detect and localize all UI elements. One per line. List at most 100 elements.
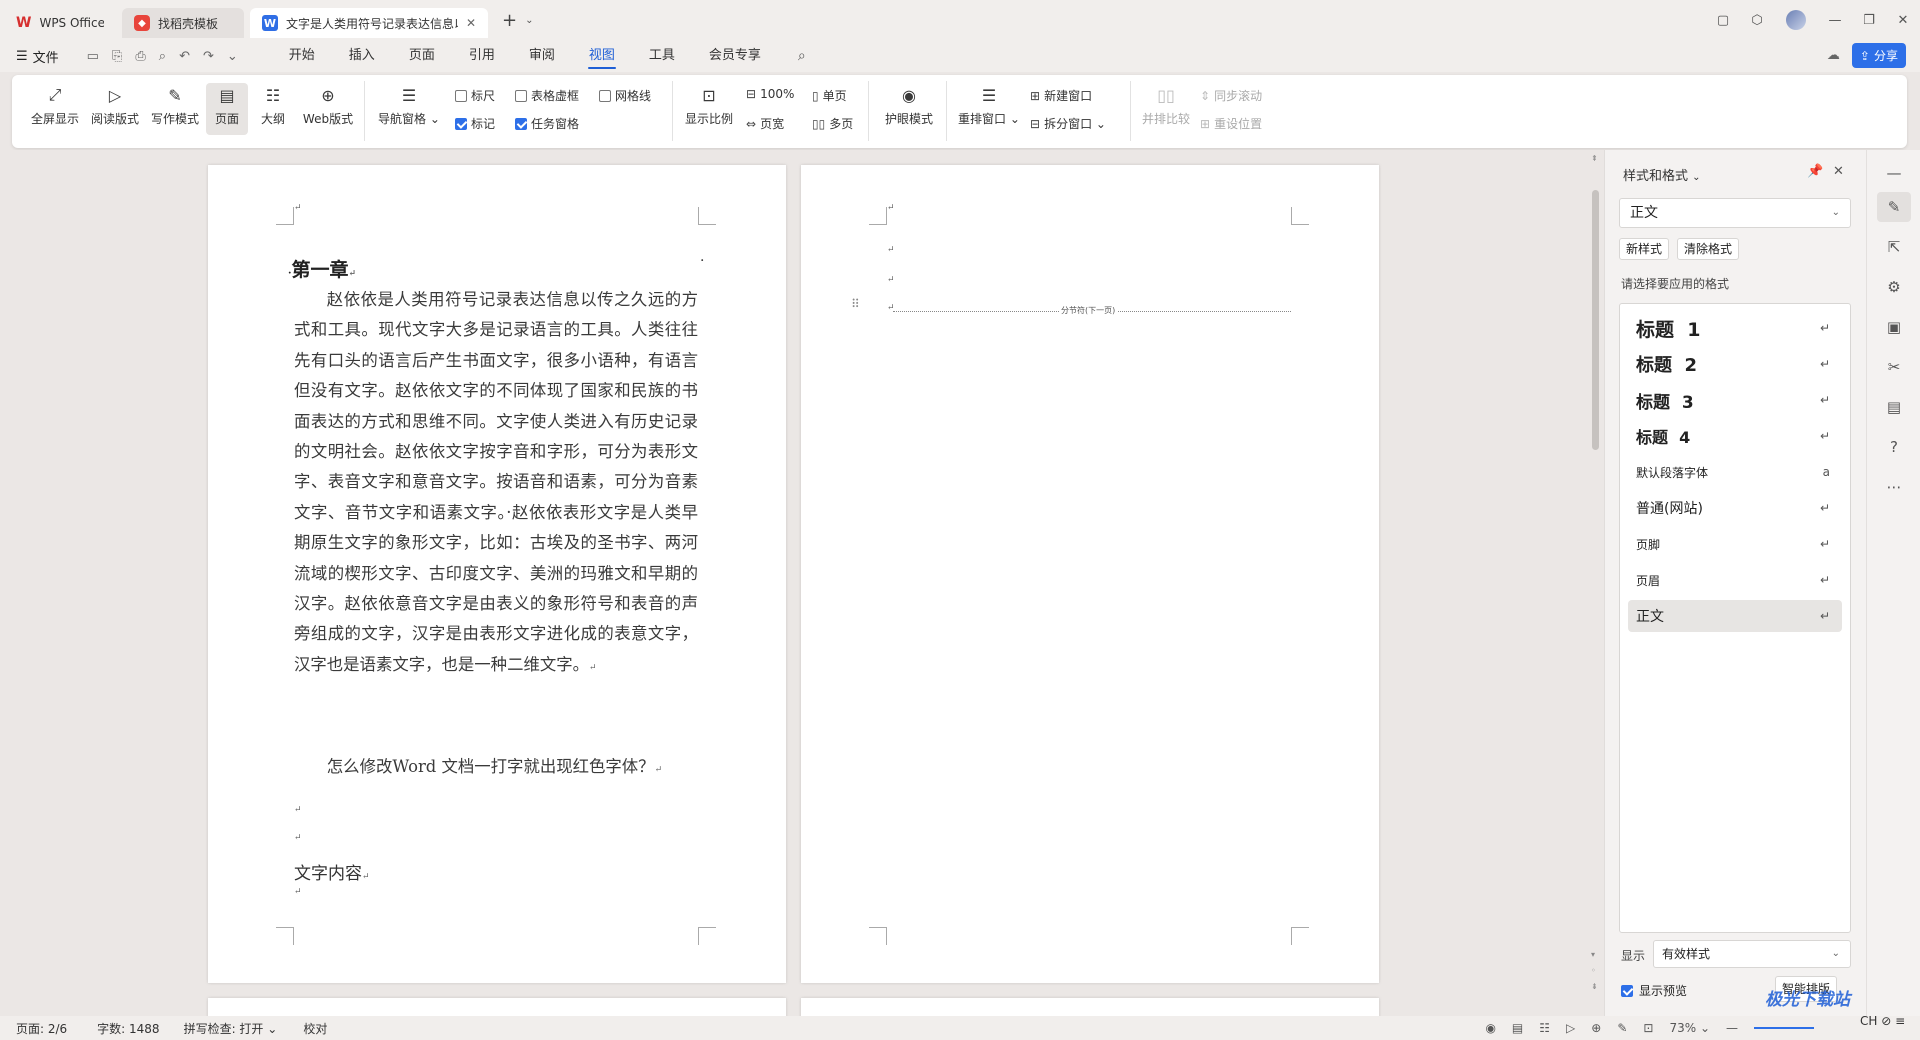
- page-4[interactable]: [801, 998, 1379, 1016]
- zoom-slider[interactable]: [1754, 1027, 1814, 1029]
- writing-mode-button[interactable]: ✎ 写作模式: [148, 83, 202, 127]
- web-view-icon[interactable]: ⊕: [1591, 1021, 1601, 1035]
- layout-icon[interactable]: ▢: [1706, 13, 1740, 28]
- style-heading-1[interactable]: 标题 1 ↵: [1628, 312, 1842, 344]
- chapter-heading[interactable]: ·第一章↵: [288, 255, 356, 282]
- pane-title[interactable]: 样式和格式 ⌄: [1623, 165, 1701, 184]
- clear-format-button[interactable]: 清除格式: [1677, 238, 1740, 260]
- table-grid-check[interactable]: [515, 89, 527, 102]
- menu-tab-member[interactable]: 会员专享: [692, 40, 778, 72]
- style-body-text[interactable]: 正文 ↵: [1628, 600, 1842, 632]
- gridlines-checkbox[interactable]: 网格线: [599, 87, 651, 104]
- question-paragraph[interactable]: 怎么修改Word 文档一打字就出现红色字体？↵: [294, 752, 698, 785]
- search-icon[interactable]: ⌕: [798, 48, 806, 64]
- avatar[interactable]: [1786, 10, 1806, 30]
- page-2[interactable]: ↵ ↵ ↵ ⠿ ↵ 分节符(下一页): [801, 165, 1379, 983]
- minimize-icon[interactable]: —: [1818, 13, 1852, 28]
- share-button[interactable]: ⇪ 分享: [1851, 43, 1906, 68]
- fullscreen-button[interactable]: ⤢ 全屏显示: [28, 83, 82, 127]
- more-chevron-icon[interactable]: ⌄: [227, 49, 238, 64]
- style-brush-icon[interactable]: ✎: [1877, 192, 1911, 222]
- close-tab-icon[interactable]: ✕: [466, 16, 476, 30]
- zoom-out-icon[interactable]: —: [1726, 1021, 1738, 1035]
- collapse-icon[interactable]: —: [1883, 162, 1905, 184]
- style-heading-2[interactable]: 标题 2 ↵: [1628, 348, 1842, 380]
- more-icon[interactable]: ⋯: [1883, 476, 1905, 498]
- menu-tab-tools[interactable]: 工具: [632, 40, 692, 72]
- restore-icon[interactable]: ❐: [1852, 13, 1886, 28]
- gridlines-check[interactable]: [599, 89, 611, 102]
- redo-icon[interactable]: ↷: [203, 49, 214, 64]
- fit-page-icon[interactable]: ⊡: [1643, 1021, 1653, 1035]
- show-filter-select[interactable]: 有效样式 ⌄: [1653, 940, 1851, 968]
- image-edit-icon[interactable]: ▣: [1883, 316, 1905, 338]
- outline-button[interactable]: ☷ 大纲: [254, 83, 292, 127]
- marks-check[interactable]: [455, 117, 467, 130]
- proofread[interactable]: 校对: [303, 1020, 327, 1037]
- show-preview-checkbox[interactable]: 显示预览: [1621, 982, 1687, 999]
- taskpane-check[interactable]: [515, 117, 527, 130]
- menu-tab-home[interactable]: 开始: [272, 40, 332, 72]
- split-window-button[interactable]: ⊟ 拆分窗口 ⌄: [1030, 115, 1106, 132]
- table-grid-checkbox[interactable]: 表格虚框: [515, 87, 579, 104]
- eye-care-icon[interactable]: ◉: [1485, 1021, 1495, 1035]
- page-3[interactable]: [208, 998, 786, 1016]
- pin-icon[interactable]: 📌: [1807, 164, 1823, 179]
- page-1[interactable]: ↵ ·第一章↵ · 赵依依是人类用符号记录表达信息以传之久远的方式和工具。现代文…: [208, 165, 786, 983]
- adjust-sliders-icon[interactable]: ⚙: [1883, 276, 1905, 298]
- page-view-button[interactable]: ▤ 页面: [206, 83, 248, 135]
- scroll-thumb[interactable]: [1592, 190, 1599, 450]
- style-default-font[interactable]: 默认段落字体 a: [1628, 456, 1842, 488]
- document-canvas[interactable]: ↵ ·第一章↵ · 赵依依是人类用符号记录表达信息以传之久远的方式和工具。现代文…: [0, 150, 1588, 1016]
- book-icon[interactable]: ▤: [1883, 396, 1905, 418]
- menu-tab-review[interactable]: 审阅: [512, 40, 572, 72]
- help-icon[interactable]: ?: [1883, 436, 1905, 458]
- tab-template[interactable]: ◆ 找稻壳模板: [122, 8, 244, 38]
- scroll-up-icon[interactable]: ⇞: [1591, 154, 1598, 163]
- drag-handle-icon[interactable]: ⠿: [851, 297, 860, 311]
- reading-mode-button[interactable]: ▷ 阅读版式: [88, 83, 142, 127]
- menu-tab-references[interactable]: 引用: [452, 40, 512, 72]
- single-page-button[interactable]: ▯ 单页: [812, 87, 847, 104]
- cloud-icon[interactable]: ☁: [1827, 48, 1840, 63]
- style-heading-3[interactable]: 标题 3 ↵: [1628, 384, 1842, 416]
- menu-tab-view[interactable]: 视图: [572, 40, 632, 72]
- prev-page-icon[interactable]: ◦: [1591, 966, 1596, 975]
- zoom-button[interactable]: ⊡ 显示比例: [680, 83, 738, 127]
- write-view-icon[interactable]: ✎: [1617, 1021, 1627, 1035]
- next-page-icon[interactable]: ⇟: [1591, 982, 1598, 991]
- select-arrow-icon[interactable]: ⇱: [1883, 236, 1905, 258]
- marks-checkbox[interactable]: 标记: [455, 115, 495, 132]
- close-window-icon[interactable]: ✕: [1886, 13, 1920, 28]
- print-icon[interactable]: ⎙: [135, 49, 145, 64]
- style-normal-web[interactable]: 普通(网站) ↵: [1628, 492, 1842, 524]
- page-view-icon[interactable]: ▤: [1512, 1021, 1523, 1035]
- style-header[interactable]: 页眉 ↵: [1628, 564, 1842, 596]
- ruler-checkbox[interactable]: 标尺: [455, 87, 495, 104]
- tab-list-chevron-icon[interactable]: ⌄: [525, 15, 533, 26]
- ruler-check[interactable]: [455, 89, 467, 102]
- spell-check[interactable]: 拼写检查: 打开 ⌄: [184, 1020, 278, 1037]
- web-layout-button[interactable]: ⊕ Web版式: [298, 83, 358, 127]
- zoom-100-button[interactable]: ⊟ 100%: [746, 87, 794, 101]
- show-preview-check[interactable]: [1621, 984, 1633, 997]
- page-count[interactable]: 页面: 2/6: [16, 1020, 67, 1037]
- tab-wps-office[interactable]: W WPS Office: [4, 8, 116, 38]
- read-view-icon[interactable]: ▷: [1566, 1021, 1575, 1035]
- new-window-button[interactable]: ⊞ 新建窗口: [1030, 87, 1092, 104]
- file-menu[interactable]: ☰ 文件: [16, 47, 59, 66]
- close-pane-icon[interactable]: ✕: [1833, 164, 1844, 179]
- export-icon[interactable]: ⎘: [112, 49, 122, 64]
- content-paragraph[interactable]: 文字内容↵: [294, 859, 370, 884]
- current-style-select[interactable]: 正文 ⌄: [1619, 198, 1851, 228]
- page-width-button[interactable]: ⇔ 页宽: [746, 115, 784, 132]
- word-count[interactable]: 字数: 1488: [97, 1020, 159, 1037]
- save-icon[interactable]: ▭: [87, 49, 99, 64]
- new-tab-icon[interactable]: +: [502, 10, 517, 31]
- eye-care-button[interactable]: ◉ 护眼模式: [878, 83, 940, 127]
- compare-button[interactable]: ▯▯ 并排比较: [1136, 83, 1196, 127]
- menu-tab-page[interactable]: 页面: [392, 40, 452, 72]
- new-style-button[interactable]: 新样式: [1619, 238, 1670, 260]
- scroll-down-icon[interactable]: ▾: [1591, 950, 1595, 959]
- taskpane-checkbox[interactable]: 任务窗格: [515, 115, 579, 132]
